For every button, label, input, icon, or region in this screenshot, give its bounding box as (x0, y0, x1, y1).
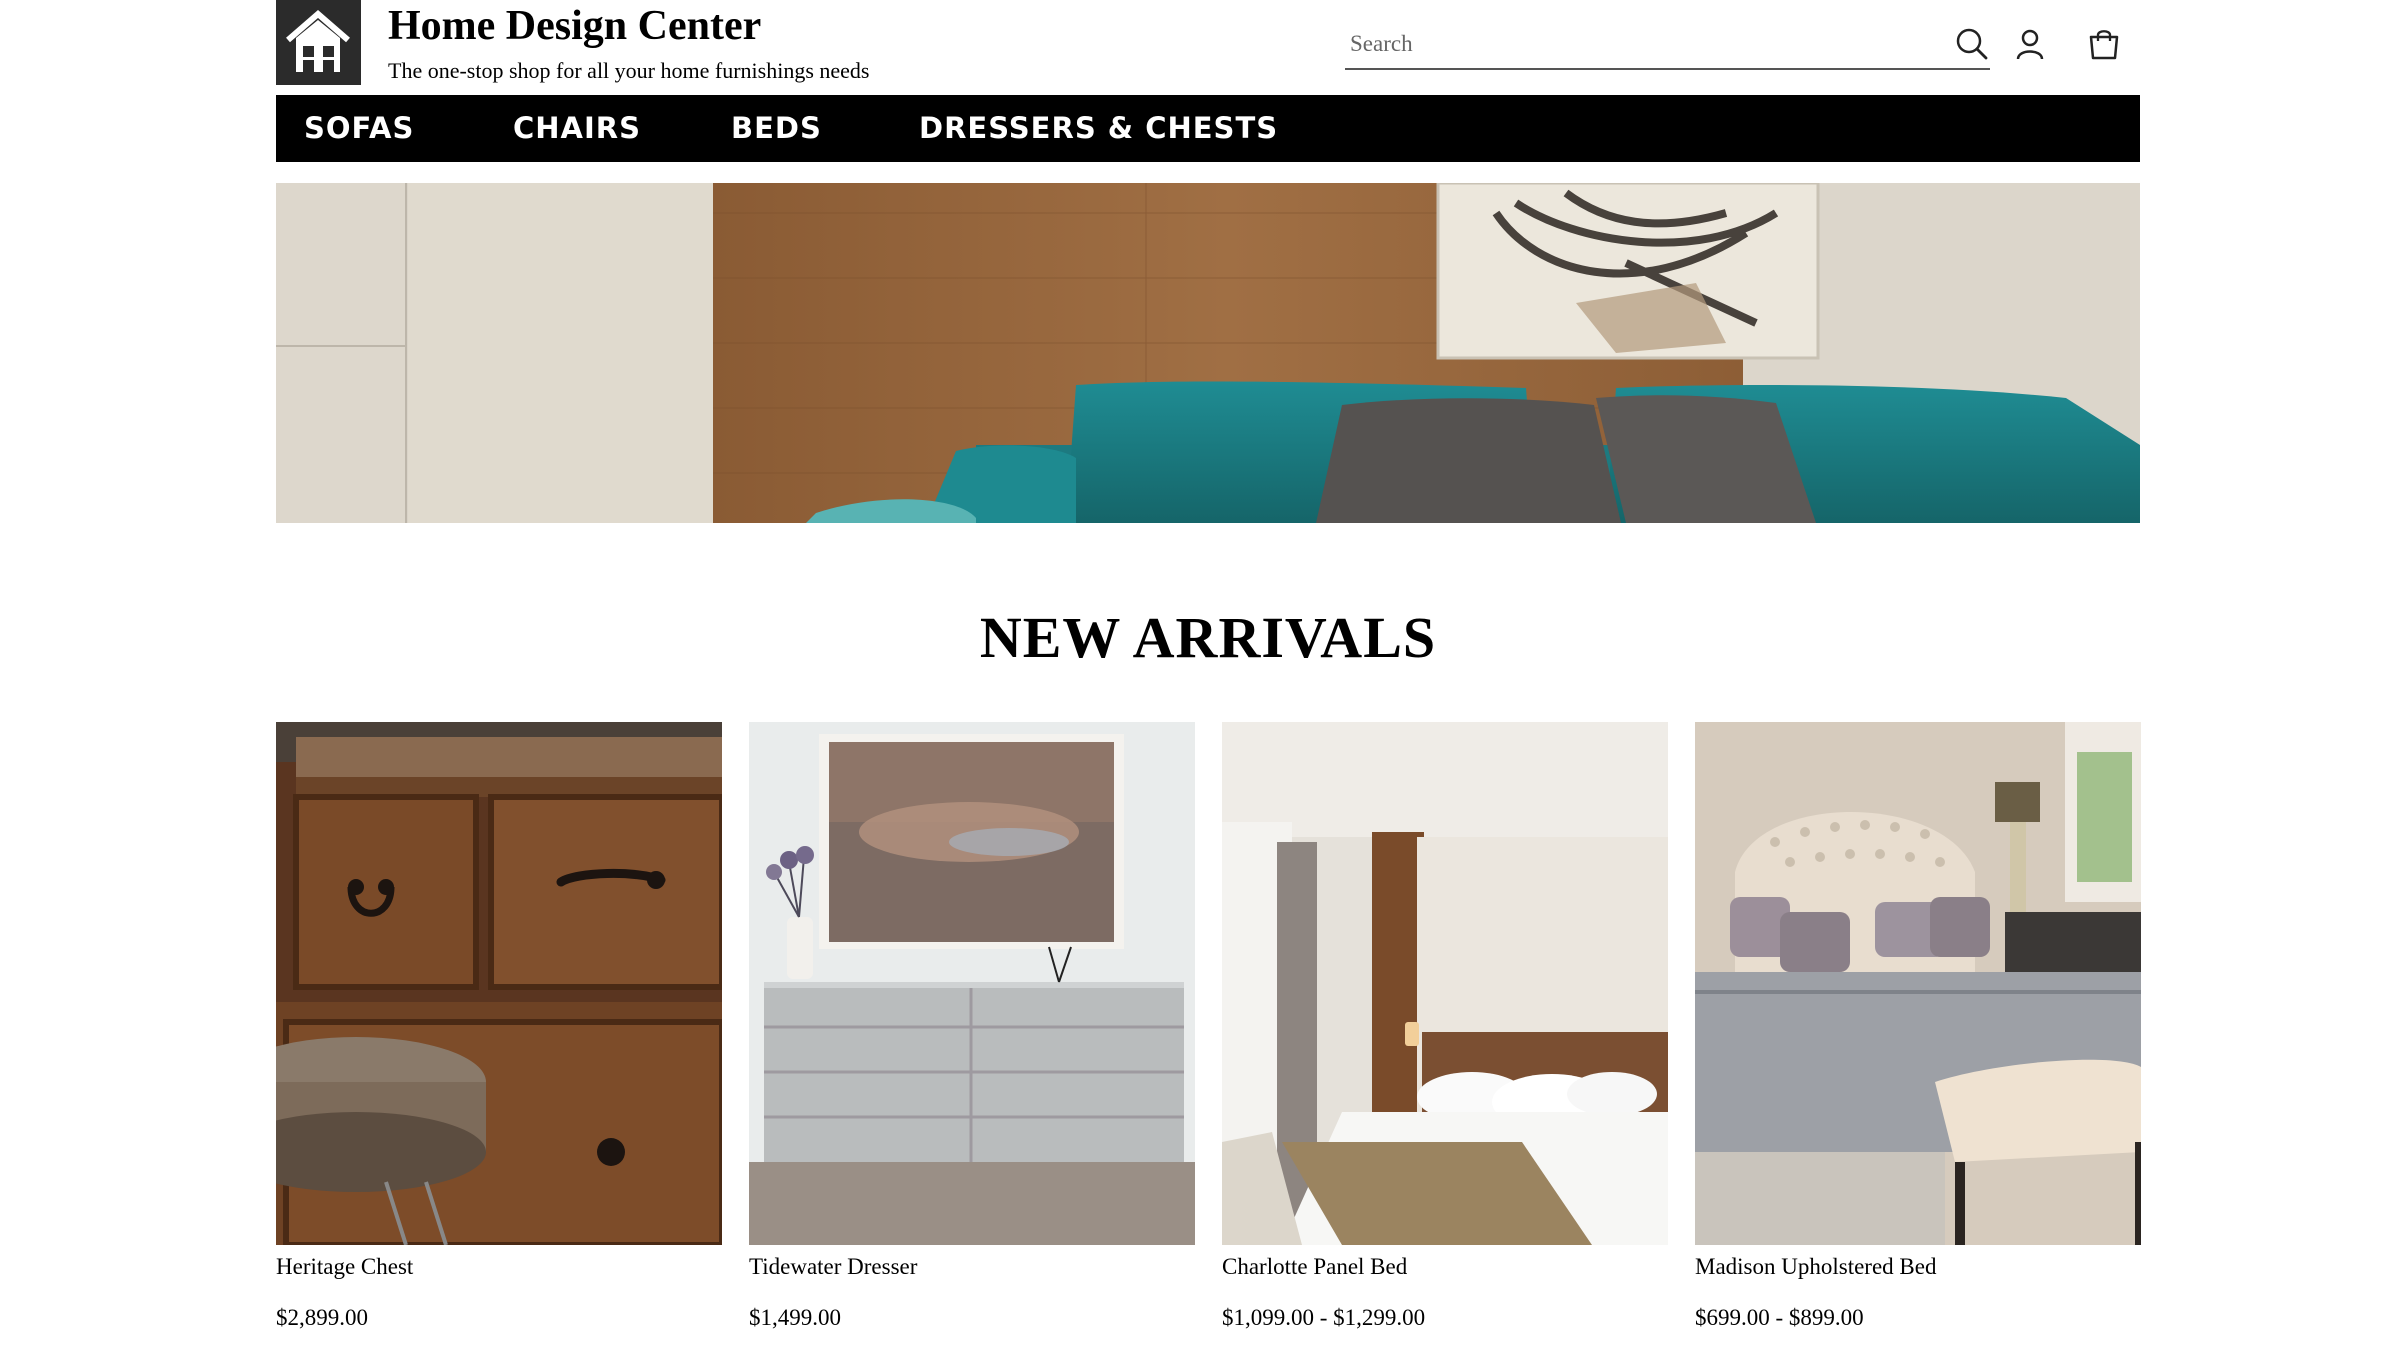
product-card[interactable]: Madison Upholstered Bed $699.00 - $899.0… (1695, 722, 2141, 1330)
product-card[interactable]: Tidewater Dresser $1,499.00 (749, 722, 1195, 1330)
product-image[interactable] (1222, 722, 1668, 1245)
product-name[interactable]: Madison Upholstered Bed (1695, 1252, 1936, 1282)
nav-item-chairs[interactable]: CHAIRS (513, 95, 641, 162)
shopping-bag-icon[interactable] (2086, 26, 2122, 62)
search-bar (1345, 22, 1990, 70)
hero-banner (276, 183, 2140, 523)
product-name[interactable]: Tidewater Dresser (749, 1252, 917, 1282)
product-card[interactable]: Heritage Chest $2,899.00 (276, 722, 722, 1330)
house-icon (276, 0, 361, 85)
nav-item-beds[interactable]: BEDS (731, 95, 822, 162)
brand-title[interactable]: Home Design Center (388, 0, 761, 52)
product-price: $699.00 - $899.00 (1695, 1305, 1864, 1330)
product-name[interactable]: Heritage Chest (276, 1252, 413, 1282)
product-image[interactable] (276, 722, 722, 1245)
account-icon[interactable] (2012, 26, 2048, 62)
logo[interactable] (276, 0, 361, 85)
product-price: $2,899.00 (276, 1305, 368, 1330)
section-title: NEW ARRIVALS (979, 605, 1437, 670)
product-card[interactable]: Charlotte Panel Bed $1,099.00 - $1,299.0… (1222, 722, 1668, 1330)
product-name[interactable]: Charlotte Panel Bed (1222, 1252, 1407, 1282)
brand-tagline: The one-stop shop for all your home furn… (388, 58, 870, 83)
search-input[interactable] (1348, 24, 1922, 64)
search-icon[interactable] (1954, 26, 1990, 62)
product-image[interactable] (1695, 722, 2141, 1245)
nav-item-dressers-chests[interactable]: DRESSERS & CHESTS (919, 95, 1278, 162)
nav-item-sofas[interactable]: SOFAS (304, 95, 414, 162)
product-price: $1,499.00 (749, 1305, 841, 1330)
main-nav: SOFAS CHAIRS BEDS DRESSERS & CHESTS (276, 95, 2140, 162)
product-price: $1,099.00 - $1,299.00 (1222, 1305, 1426, 1330)
product-image[interactable] (749, 722, 1195, 1245)
